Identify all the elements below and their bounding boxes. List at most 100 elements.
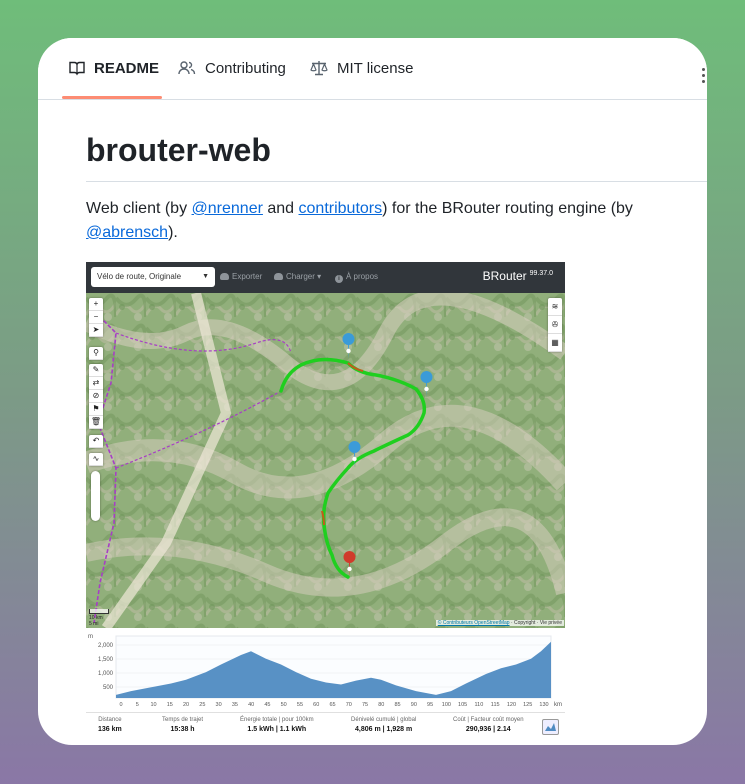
x-tick-label: 105 (458, 702, 467, 708)
draw-route-icon[interactable]: ✎ (89, 364, 103, 377)
chart-icon[interactable]: ∿ (89, 453, 103, 466)
page-title: brouter-web (86, 132, 271, 168)
x-tick-label: 10 (150, 702, 156, 708)
desc-text: Web client (by (86, 200, 192, 217)
tab-license-label: MIT license (337, 59, 414, 77)
x-tick-label: 70 (346, 702, 352, 708)
y-tick-label: 1,500 (98, 657, 114, 663)
author-link[interactable]: @nrenner (192, 200, 263, 217)
about-button[interactable]: iÀ propos (335, 272, 378, 283)
tab-contributing-label: Contributing (205, 59, 286, 77)
x-tick-label: 45 (264, 702, 270, 708)
x-tick-label: 85 (395, 702, 401, 708)
x-tick-label: 90 (411, 702, 417, 708)
app-brand: BRouter 99.37.0 (483, 269, 553, 283)
x-tick-label: 100 (442, 702, 451, 708)
outline-menu-icon[interactable] (702, 68, 707, 86)
tab-readme-label: README (94, 59, 160, 77)
about-label: À propos (346, 272, 379, 281)
cloud-upload-icon (274, 273, 283, 280)
x-tick-label: 80 (378, 702, 384, 708)
book-icon (69, 61, 85, 76)
undo-icon[interactable]: ↶ (89, 435, 103, 448)
x-unit-label: km (554, 702, 562, 708)
export-button[interactable]: Exporter (220, 272, 262, 281)
elevation-control: ∿ (89, 453, 103, 466)
layers-icon[interactable]: ≋ (548, 298, 562, 316)
stat-energy: Énergie totale | pour 100km 1.5 kWh | 1.… (240, 717, 314, 733)
x-tick-label: 115 (491, 702, 500, 708)
x-tick-label: 125 (523, 702, 532, 708)
x-tick-label: 25 (199, 702, 205, 708)
export-label: Exporter (232, 272, 263, 281)
scale-icon (310, 61, 328, 76)
stat-label: Énergie totale | pour 100km (240, 717, 314, 723)
reverse-route-icon[interactable]: ⇄ (89, 377, 103, 390)
poi-icon[interactable]: ⚑ (89, 403, 103, 416)
load-button[interactable]: Charger ▾ (274, 272, 321, 281)
wrench-icon[interactable]: ✇ (548, 316, 562, 334)
locate-icon[interactable]: ➤ (89, 324, 103, 337)
elevation-profile[interactable]: 2,000 1,500 1,000 500 0 5 10 15 20 25 30 35 40 45 50 55… (86, 628, 565, 712)
readme-description: Web client (by @nrenner and contributors… (86, 197, 666, 245)
tab-contributing[interactable]: Contributing (178, 56, 286, 80)
stat-value: 15:38 h (170, 726, 195, 733)
x-tick-label: 20 (183, 702, 189, 708)
x-tick-label: 60 (313, 702, 319, 708)
draw-controls: ✎ ⇄ ⊘ ⚑ 🗑 (89, 364, 103, 429)
elevation-chart: 2,000 1,500 1,000 500 0 5 10 15 20 25 30 35 40 45 50 55… (88, 634, 562, 708)
opacity-slider[interactable] (91, 471, 100, 521)
y-tick-label: 500 (103, 685, 114, 691)
app-toolbar: Vélo de route, Originale ▼ Exporter Char… (86, 262, 565, 293)
stat-cost: Coût | Facteur coût moyen 290,936 | 2.14 (453, 717, 524, 733)
x-tick-label: 40 (248, 702, 254, 708)
info-icon: i (335, 275, 343, 283)
zoom-in-button[interactable]: + (89, 298, 103, 311)
profile-select[interactable]: Vélo de route, Originale ▼ (91, 267, 215, 287)
stat-time: Temps de trajet 15:38 h (162, 717, 203, 733)
delete-route-icon[interactable]: 🗑 (89, 416, 103, 429)
stat-value: 290,936 | 2.14 (465, 726, 511, 733)
stat-value: 136 km (98, 726, 122, 733)
stat-label: Dénivelé cumulé | global (351, 717, 417, 723)
x-tick-label: 0 (119, 702, 122, 708)
profile-select-value: Vélo de route, Originale (97, 272, 182, 281)
stat-elevation: Dénivelé cumulé | global 4,806 m | 1,928… (351, 717, 416, 733)
route-map[interactable]: + − ➤ ⚲ ✎ ⇄ ⊘ ⚑ 🗑 ↶ ∿ ≋ ✇ ▦ 10 km 5 mi ©… (86, 289, 565, 631)
zoom-out-button[interactable]: − (89, 311, 103, 324)
engine-author-link[interactable]: @abrensch (86, 224, 168, 241)
y-tick-label: 1,000 (98, 671, 114, 677)
route-stats: Distance 136 km Temps de trajet 15:38 h … (86, 712, 565, 745)
stat-label: Temps de trajet (162, 717, 204, 723)
repo-tabs: README Contributing MIT license (38, 38, 707, 100)
desc-text: ) for the BRouter routing engine (by (382, 200, 633, 217)
chevron-down-icon: ▼ (202, 273, 209, 280)
desc-text: and (262, 200, 299, 217)
search-control: ⚲ (89, 347, 103, 360)
search-icon[interactable]: ⚲ (89, 347, 103, 360)
people-icon (178, 61, 196, 75)
x-tick-label: 5 (136, 702, 139, 708)
map-canvas (86, 289, 565, 631)
load-label: Charger (286, 272, 315, 281)
map-controls-right: ≋ ✇ ▦ (548, 298, 562, 352)
osm-link[interactable]: © Contributeurs OpenStreetMap (438, 620, 510, 626)
app-version: 99.37.0 (529, 270, 553, 277)
x-tick-label: 120 (507, 702, 516, 708)
cloud-download-icon (220, 273, 229, 280)
x-tick-label: 65 (329, 702, 335, 708)
table-icon[interactable]: ▦ (548, 334, 562, 352)
map-attribution[interactable]: © Contributeurs OpenStreetMap · Copyrigh… (435, 620, 564, 626)
scale-bar (89, 609, 109, 614)
undo-control: ↶ (89, 435, 103, 448)
map-scale: 10 km 5 mi (89, 609, 109, 627)
x-tick-label: 130 (539, 702, 548, 708)
stat-label: Coût | Facteur coût moyen (453, 717, 524, 723)
stat-value: 1.5 kWh | 1.1 kWh (247, 726, 307, 733)
no-go-area-icon[interactable]: ⊘ (89, 390, 103, 403)
tab-readme[interactable]: README (69, 56, 159, 80)
contributors-link[interactable]: contributors (299, 200, 383, 217)
elevation-toggle-icon[interactable] (542, 719, 559, 735)
x-tick-label: 95 (427, 702, 433, 708)
tab-license[interactable]: MIT license (310, 56, 413, 80)
